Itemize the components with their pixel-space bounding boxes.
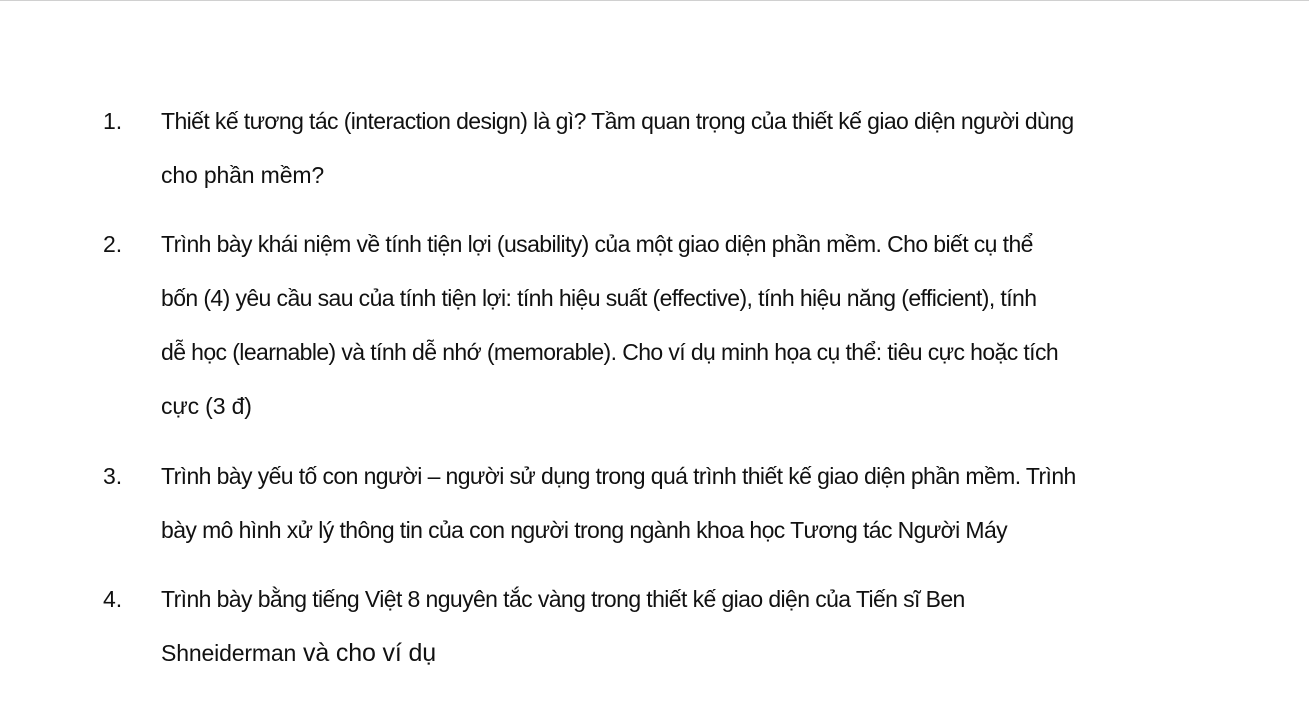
question-text-line: Trình bày yếu tố con người – người sử dụ… (161, 463, 1076, 489)
question-text-line: cho phần mềm? (161, 162, 324, 188)
question-text-line: bốn (4) yêu cầu sau của tính tiện lợi: t… (161, 285, 1037, 311)
question-text-line: Thiết kế tương tác (interaction design) … (161, 108, 1074, 134)
question-text-line: Trình bày bằng tiếng Việt 8 nguyên tắc v… (161, 586, 965, 612)
question-text-line: Shneiderman và cho ví dụ (161, 626, 436, 680)
document-page: 1. Thiết kế tương tác (interaction desig… (0, 0, 1309, 720)
question-text-fragment: Shneiderman (161, 640, 297, 666)
question-text-line: Trình bày khái niệm về tính tiện lợi (us… (161, 231, 1033, 257)
question-number: 3. (103, 463, 123, 489)
question-text-line: cực (3 đ) (161, 393, 252, 419)
question-text-fragment: và cho ví dụ (296, 639, 436, 667)
question-text-line: bày mô hình xử lý thông tin của con ngườ… (161, 517, 1008, 543)
question-number: 2. (103, 231, 123, 257)
question-text-line: dễ học (learnable) và tính dễ nhớ (memor… (161, 339, 1059, 365)
question-number: 1. (103, 108, 123, 134)
question-number: 4. (103, 586, 123, 612)
